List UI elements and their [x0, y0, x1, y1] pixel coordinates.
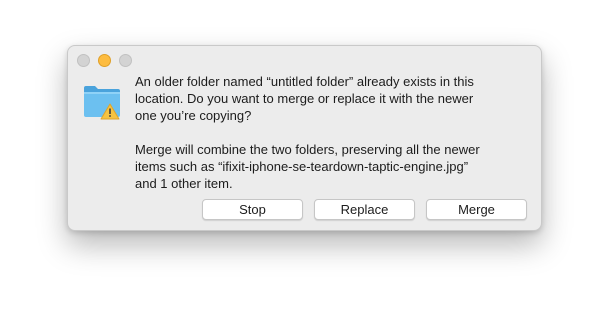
button-row: Stop Replace Merge	[202, 199, 527, 220]
replace-button[interactable]: Replace	[314, 199, 415, 220]
merge-button[interactable]: Merge	[426, 199, 527, 220]
merge-folder-dialog: An older folder named “untitled folder” …	[67, 45, 542, 231]
close-window-button[interactable]	[77, 54, 90, 67]
folder-warning-icon	[84, 86, 120, 120]
dialog-message: An older folder named “untitled folder” …	[135, 73, 535, 192]
main-message-text: An older folder named “untitled folder” …	[135, 74, 474, 123]
detail-message-text: Merge will combine the two folders, pres…	[135, 142, 480, 191]
zoom-window-button[interactable]	[119, 54, 132, 67]
stop-button[interactable]: Stop	[202, 199, 303, 220]
minimize-window-button[interactable]	[98, 54, 111, 67]
window-controls	[77, 54, 132, 67]
